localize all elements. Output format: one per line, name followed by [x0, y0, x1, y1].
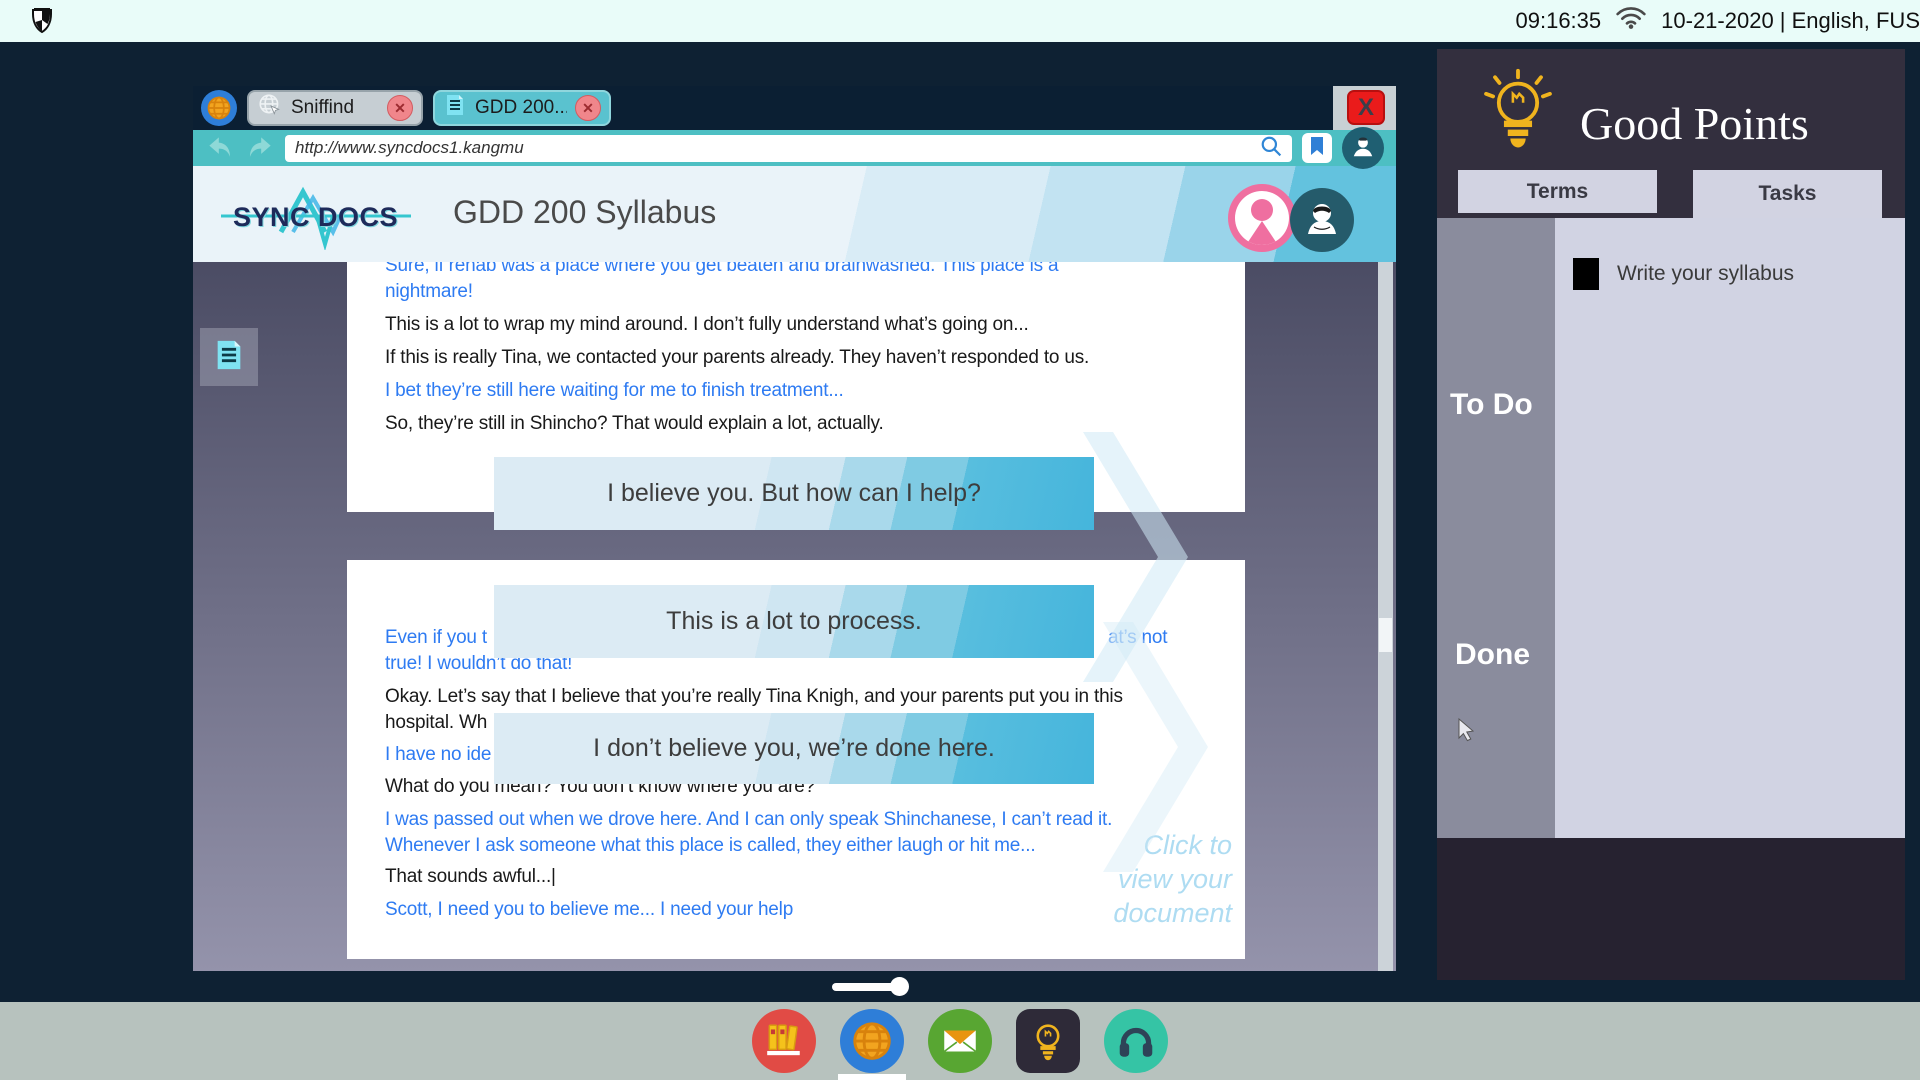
url-input[interactable]: http://www.syncdocs1.kangmu	[285, 135, 1292, 162]
tab-label: Sniffind	[291, 97, 379, 119]
dialog-choice-refuse[interactable]: I don’t believe you, we’re done here.	[494, 713, 1094, 784]
dock-app-browser[interactable]	[840, 1009, 904, 1073]
dock	[0, 1002, 1920, 1080]
bookmark-button[interactable]	[1302, 133, 1332, 163]
text-cursor: |	[551, 866, 556, 887]
chat-fragment: I have no ide	[385, 742, 491, 768]
clock: 09:16:35	[1516, 8, 1602, 34]
wifi-icon	[1615, 6, 1647, 36]
dialog-choice-believe[interactable]: I believe you. But how can I help?	[494, 457, 1094, 530]
tab-label: GDD 200...	[475, 97, 567, 119]
chat-line: This is a lot to wrap my mind around. I …	[385, 312, 1207, 338]
chat-fragment: Scott, I need you to believe me... I nee…	[385, 897, 793, 923]
good-points-header: Good Points Terms Tasks	[1437, 49, 1905, 218]
browser-home-button[interactable]	[201, 90, 237, 126]
task-sections-sidebar: To Do Done	[1437, 218, 1555, 838]
dock-app-good-points[interactable]	[1016, 1009, 1080, 1073]
chat-fragment: Even if you t	[385, 625, 487, 651]
scrollbar-thumb[interactable]	[1379, 618, 1392, 652]
chat-fragment: Okay. Let’s say that I believe that you’…	[385, 684, 1123, 710]
tab-gdd-200[interactable]: GDD 200... ✕	[433, 90, 611, 126]
chat-typing-line: That sounds awful...|	[385, 864, 556, 890]
task-list: Write your syllabus	[1555, 218, 1905, 838]
tab-close-button[interactable]: ✕	[387, 95, 413, 121]
lightbulb-icon	[1479, 67, 1557, 164]
browser-tab-bar: Sniffind ✕ GDD 200... ✕ X	[193, 86, 1396, 130]
chat-fragment: I was passed out when we drove here. And…	[385, 807, 1112, 833]
document-shortcut[interactable]	[200, 328, 258, 386]
site-name: SYNC DOCS	[233, 202, 398, 233]
tab-tasks[interactable]: Tasks	[1693, 170, 1882, 218]
avatar-silhouette	[1235, 191, 1289, 245]
dock-slider[interactable]	[832, 980, 908, 996]
lightbulb-icon	[1016, 1009, 1080, 1073]
tab-close-button[interactable]: ✕	[575, 95, 601, 121]
page-title: GDD 200 Syllabus	[453, 194, 716, 231]
browser-window: Sniffind ✕ GDD 200... ✕ X http://www.syn…	[193, 86, 1396, 971]
page-header: SYNC DOCS GDD 200 Syllabus	[193, 166, 1396, 262]
mail-envelope-icon	[928, 1009, 992, 1073]
document-chat-area: Sure, if rehab was a place where you get…	[193, 262, 1396, 971]
task-row[interactable]: Write your syllabus	[1573, 258, 1794, 290]
globe-icon	[840, 1009, 904, 1073]
chat-fragment: hospital. Wh	[385, 710, 487, 736]
chat-fragment: Whenever I ask someone what this place i…	[385, 833, 1035, 859]
chat-line: nightmare!	[385, 279, 1207, 305]
chat-line: I bet they’re still here waiting for me …	[385, 378, 1207, 404]
desktop: 09:16:35 10-21-2020 | English, FUS Sniff…	[0, 0, 1920, 1080]
back-button[interactable]	[205, 135, 235, 161]
tab-terms[interactable]: Terms	[1458, 170, 1657, 213]
mouse-cursor	[1457, 717, 1477, 748]
active-app-indicator	[838, 1074, 906, 1080]
globe-cursor-icon	[257, 92, 283, 124]
dock-app-library[interactable]	[752, 1009, 816, 1073]
search-icon[interactable]	[1260, 135, 1282, 162]
chevron-decoration	[1083, 432, 1223, 917]
scrollbar-track[interactable]	[1378, 262, 1393, 971]
window-close-button[interactable]: X	[1347, 90, 1385, 125]
character-icon	[1298, 194, 1346, 247]
tab-sniffind[interactable]: Sniffind ✕	[247, 90, 423, 126]
bookmark-icon	[1309, 136, 1325, 161]
syncdocs-logo: SYNC DOCS	[221, 178, 411, 250]
url-text: http://www.syncdocs1.kangmu	[295, 138, 1260, 158]
headphones-icon	[1104, 1009, 1168, 1073]
dialog-choice-process[interactable]: This is a lot to process.	[494, 585, 1094, 658]
dock-app-music[interactable]	[1104, 1009, 1168, 1073]
document-icon	[443, 93, 467, 123]
dock-app-mail[interactable]	[928, 1009, 992, 1073]
chat-line: Sure, if rehab was a place where you get…	[385, 262, 1207, 279]
user-avatar-pink[interactable]	[1228, 184, 1296, 252]
document-icon	[212, 338, 246, 377]
person-icon	[1350, 133, 1376, 164]
status-bar: 09:16:35 10-21-2020 | English, FUS	[0, 0, 1920, 42]
good-points-app: Good Points Terms Tasks To Do Done Write…	[1437, 49, 1905, 980]
task-label: Write your syllabus	[1617, 262, 1794, 286]
good-points-body: To Do Done Write your syllabus	[1437, 218, 1905, 838]
library-books-icon	[752, 1009, 816, 1073]
date-locale: 10-21-2020 | English, FUS	[1661, 8, 1920, 34]
section-done: Done	[1455, 638, 1530, 672]
task-checkbox[interactable]	[1573, 258, 1599, 290]
browser-profile-avatar[interactable]	[1342, 127, 1384, 169]
address-bar: http://www.syncdocs1.kangmu	[193, 130, 1396, 166]
forward-button[interactable]	[245, 135, 275, 161]
shield-icon	[30, 6, 54, 41]
slider-knob[interactable]	[890, 977, 909, 996]
good-points-title: Good Points	[1580, 97, 1809, 150]
chat-line: If this is really Tina, we contacted you…	[385, 345, 1207, 371]
section-todo: To Do	[1450, 388, 1533, 422]
user-avatar-character[interactable]	[1290, 188, 1354, 252]
